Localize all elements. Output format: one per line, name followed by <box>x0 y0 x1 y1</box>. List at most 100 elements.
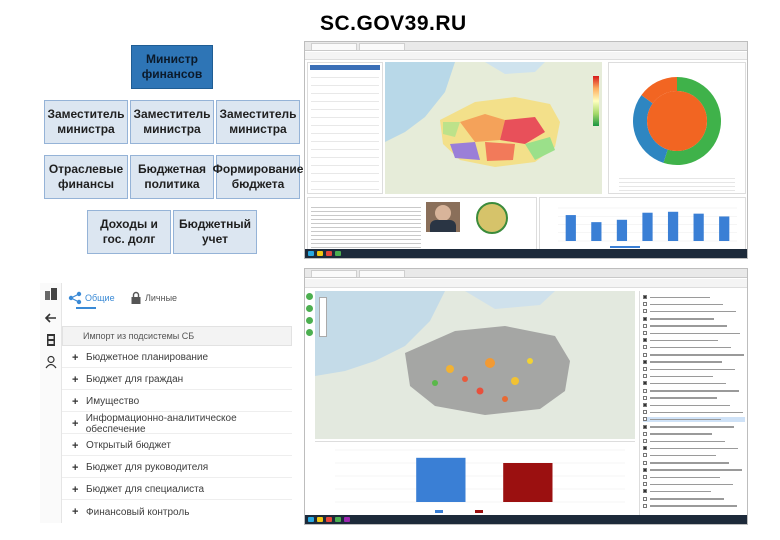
checkbox[interactable] <box>643 424 647 429</box>
checklist-row[interactable] <box>643 331 745 336</box>
checklist-row[interactable] <box>643 446 745 451</box>
tree-selected-row[interactable] <box>310 65 380 70</box>
import-label: Импорт из подсистемы СБ <box>83 331 195 341</box>
address-bar[interactable] <box>305 52 747 60</box>
checklist-row[interactable] <box>643 374 745 379</box>
lock-icon <box>131 291 141 304</box>
checklist-row[interactable] <box>643 359 745 365</box>
checkbox[interactable] <box>643 302 647 307</box>
checklist-row[interactable] <box>643 302 745 307</box>
tab-personal[interactable]: Личные <box>130 291 177 305</box>
checklist-row[interactable] <box>643 475 745 480</box>
checklist-row[interactable] <box>643 496 745 502</box>
checklist-row[interactable] <box>643 338 745 343</box>
checklist-row[interactable] <box>643 381 745 386</box>
checkbox[interactable] <box>643 431 647 436</box>
checkbox[interactable] <box>643 489 647 494</box>
bar <box>591 222 602 241</box>
zoom-control[interactable] <box>319 297 327 337</box>
map-svg[interactable] <box>385 62 602 194</box>
tab-general[interactable]: Общие <box>68 291 115 305</box>
checklist-row[interactable] <box>643 388 745 394</box>
dashboard-screenshot-bottom <box>304 268 748 525</box>
checkbox[interactable] <box>643 417 647 422</box>
map-svg[interactable] <box>315 291 635 439</box>
checkbox[interactable] <box>643 410 647 415</box>
checkbox[interactable] <box>643 496 647 501</box>
checkbox[interactable] <box>643 503 647 508</box>
menu-item-financial-control[interactable]: + Финансовый контроль <box>62 502 292 522</box>
menu-item-manager-budget[interactable]: + Бюджет для руководителя <box>62 458 292 478</box>
checklist-row[interactable] <box>643 345 745 350</box>
checklist-row[interactable] <box>643 431 745 437</box>
checklist-row[interactable] <box>643 309 745 314</box>
user-icon[interactable] <box>44 355 58 369</box>
menu-item-budget-planning[interactable]: + Бюджетное планирование <box>62 348 292 368</box>
browser-tab[interactable] <box>359 43 405 50</box>
user-avatar-icon[interactable] <box>44 287 58 301</box>
checkbox[interactable] <box>643 475 647 479</box>
checkbox[interactable] <box>643 352 647 357</box>
checklist-row[interactable] <box>643 424 745 430</box>
browser-tab[interactable] <box>359 270 405 277</box>
checkbox[interactable] <box>643 403 647 407</box>
checklist-row[interactable] <box>643 439 745 444</box>
checkbox[interactable] <box>643 367 647 371</box>
checklist-row[interactable] <box>643 467 745 473</box>
browser-tab[interactable] <box>311 43 357 50</box>
checkbox[interactable] <box>643 395 647 400</box>
checklist-row[interactable] <box>643 410 745 415</box>
expand-icon: + <box>72 373 79 386</box>
checkbox[interactable] <box>643 309 647 314</box>
tool-icon[interactable] <box>306 305 313 312</box>
map-view[interactable] <box>385 62 602 194</box>
menu-item-open-budget[interactable]: + Открытый бюджет <box>62 436 292 456</box>
checklist-row[interactable] <box>643 367 745 372</box>
checklist-row[interactable] <box>643 453 745 458</box>
checkbox[interactable] <box>643 453 647 458</box>
checklist-row[interactable] <box>643 395 745 401</box>
tool-icon[interactable] <box>306 293 313 300</box>
checkbox[interactable] <box>643 295 647 299</box>
map-view[interactable] <box>315 291 635 439</box>
checklist-row[interactable] <box>643 460 745 466</box>
menu-item-citizens-budget[interactable]: + Бюджет для граждан <box>62 370 292 390</box>
checkbox[interactable] <box>643 446 647 451</box>
checkbox[interactable] <box>643 467 647 472</box>
menu-item-specialist-budget[interactable]: + Бюджет для специалиста <box>62 480 292 500</box>
film-icon[interactable] <box>44 333 58 347</box>
checklist-row[interactable] <box>643 503 745 509</box>
checkbox[interactable] <box>643 482 647 487</box>
checkbox[interactable] <box>643 381 647 386</box>
checkbox[interactable] <box>643 331 647 335</box>
back-arrow-icon[interactable] <box>44 311 58 325</box>
checkbox[interactable] <box>643 359 647 364</box>
donut-legend <box>619 175 735 191</box>
address-bar[interactable] <box>305 279 747 288</box>
checklist-row[interactable] <box>643 403 745 408</box>
checklist-row[interactable] <box>643 352 745 358</box>
menu-item-info-analytics[interactable]: + Информационно-аналитическое обеспечение <box>62 413 292 435</box>
checkbox[interactable] <box>643 388 647 393</box>
tool-icon[interactable] <box>306 329 313 336</box>
checklist-row[interactable] <box>643 482 745 487</box>
checkbox[interactable] <box>643 374 647 379</box>
checklist-row[interactable] <box>643 489 745 494</box>
checklist-row[interactable] <box>643 417 745 423</box>
checkbox[interactable] <box>643 345 647 350</box>
checkbox[interactable] <box>643 323 647 328</box>
checkbox[interactable] <box>643 338 647 343</box>
checkbox[interactable] <box>643 439 647 443</box>
checklist-row[interactable] <box>643 295 745 300</box>
checklist-row[interactable] <box>643 316 745 322</box>
tree-rows[interactable] <box>311 73 379 191</box>
checkbox[interactable] <box>643 316 647 321</box>
tool-icon[interactable] <box>306 317 313 324</box>
browser-tab[interactable] <box>311 270 357 277</box>
layer-tree[interactable] <box>307 62 383 194</box>
checkbox[interactable] <box>643 460 647 465</box>
menu-item-property[interactable]: + Имущество <box>62 392 292 412</box>
import-subsystem-item[interactable]: Импорт из подсистемы СБ <box>62 326 292 346</box>
layer-checklist[interactable] <box>639 291 747 515</box>
checklist-row[interactable] <box>643 323 745 329</box>
